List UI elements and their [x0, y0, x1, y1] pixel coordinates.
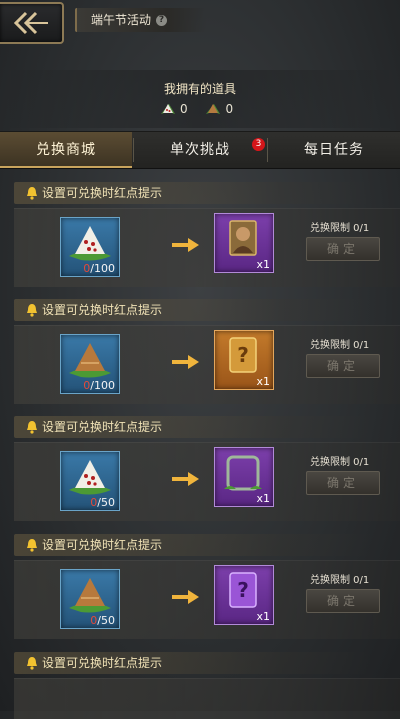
- arrow-right-icon: [172, 472, 199, 486]
- challenge-badge: 3: [252, 138, 265, 151]
- exchange-limit: 兑换限制 0/1: [310, 575, 370, 586]
- tab-exchange-shop[interactable]: 兑换商城: [0, 132, 132, 168]
- exchange-row: 0/50 x1 兑换限制 0/1 确定: [14, 442, 400, 521]
- cost-item-slot[interactable]: 0/50: [60, 569, 120, 629]
- owned-item-brown-zongzi: 0: [205, 101, 233, 116]
- confirm-button[interactable]: 确定: [306, 589, 380, 613]
- bell-icon: [27, 539, 37, 552]
- cost-count: 0/100: [83, 379, 115, 392]
- reward-quantity: x1: [256, 492, 270, 505]
- cost-item-slot[interactable]: 0/100: [60, 217, 120, 277]
- confirm-button[interactable]: 确定: [306, 354, 380, 378]
- exchange-limit: 兑换限制 0/1: [310, 223, 370, 234]
- confirm-button[interactable]: 确定: [306, 471, 380, 495]
- reward-item-slot[interactable]: ? x1: [214, 565, 274, 625]
- red-dot-hint-toggle[interactable]: 设置可兑换时红点提示: [14, 416, 372, 438]
- owned-item-white-zongzi: 0: [160, 101, 188, 116]
- back-button[interactable]: [0, 2, 64, 44]
- bell-icon: [27, 421, 37, 434]
- question-icon[interactable]: ?: [156, 15, 168, 26]
- reward-quantity: x1: [256, 610, 270, 623]
- owned-count-white: 0: [180, 101, 188, 116]
- tab-single-challenge[interactable]: 单次挑战: [134, 132, 266, 168]
- red-dot-hint-toggle[interactable]: 设置可兑换时红点提示: [14, 534, 372, 556]
- arrow-right-icon: [172, 238, 199, 252]
- reward-item-slot[interactable]: ? x1: [214, 330, 274, 390]
- exchange-limit: 兑换限制 0/1: [310, 457, 370, 468]
- exchange-row-partial: [14, 678, 400, 719]
- brown-zongzi-icon: [206, 103, 221, 114]
- white-zongzi-icon: [69, 460, 111, 495]
- hint-text: 设置可兑换时红点提示: [42, 656, 163, 670]
- red-dot-hint-toggle[interactable]: 设置可兑换时红点提示: [14, 299, 372, 321]
- cost-count: 0/50: [90, 496, 115, 509]
- hint-text: 设置可兑换时红点提示: [42, 538, 163, 552]
- top-bar: 端午节活动?: [0, 0, 400, 44]
- event-title-plate: 端午节活动?: [75, 8, 206, 32]
- bell-icon: [27, 304, 37, 317]
- cost-need: /50: [97, 614, 115, 627]
- hint-text: 设置可兑换时红点提示: [42, 303, 163, 317]
- page-title: 端午节活动: [91, 13, 152, 27]
- hint-text: 设置可兑换时红点提示: [42, 186, 163, 200]
- svg-text:?: ?: [237, 343, 249, 367]
- cost-count: 0/100: [83, 262, 115, 275]
- exchange-row: 0/100 x1 兑换限制 0/1 确定: [14, 208, 400, 287]
- cost-need: /100: [90, 379, 115, 392]
- exchange-row: 0/100 ? x1 兑换限制 0/1 确定: [14, 325, 400, 404]
- svg-text:?: ?: [237, 578, 249, 602]
- reward-item-slot[interactable]: x1: [214, 447, 274, 507]
- arrow-right-icon: [172, 355, 199, 369]
- arrow-right-icon: [172, 590, 199, 604]
- cost-count: 0/50: [90, 614, 115, 627]
- owned-count-brown: 0: [225, 101, 234, 116]
- white-zongzi-icon: [69, 226, 111, 261]
- owned-items-title: 我拥有的道具: [163, 82, 236, 96]
- cost-need: /50: [97, 496, 115, 509]
- bell-icon: [27, 187, 37, 200]
- exchange-limit: 兑换限制 0/1: [310, 340, 370, 351]
- brown-zongzi-icon: [69, 343, 111, 378]
- owned-items-panel: 我拥有的道具 0 0: [0, 70, 400, 128]
- tab-daily-tasks[interactable]: 每日任务: [268, 132, 400, 168]
- confirm-button[interactable]: 确定: [306, 237, 380, 261]
- reward-quantity: x1: [256, 258, 270, 271]
- reward-item-slot[interactable]: x1: [214, 213, 274, 273]
- red-dot-hint-toggle[interactable]: 设置可兑换时红点提示: [14, 182, 372, 204]
- cost-item-slot[interactable]: 0/50: [60, 451, 120, 511]
- brown-zongzi-icon: [69, 578, 111, 613]
- back-arrow-icon: [13, 11, 48, 35]
- cost-item-slot[interactable]: 0/100: [60, 334, 120, 394]
- white-zongzi-icon: [161, 103, 175, 114]
- exchange-row: 0/50 ? x1 兑换限制 0/1 确定: [14, 560, 400, 639]
- tab-bar: 兑换商城 单次挑战 3 每日任务: [0, 131, 400, 169]
- hint-text: 设置可兑换时红点提示: [42, 420, 163, 434]
- red-dot-hint-toggle[interactable]: 设置可兑换时红点提示: [14, 652, 372, 674]
- bell-icon: [27, 657, 37, 670]
- reward-quantity: x1: [256, 375, 270, 388]
- cost-need: /100: [90, 262, 115, 275]
